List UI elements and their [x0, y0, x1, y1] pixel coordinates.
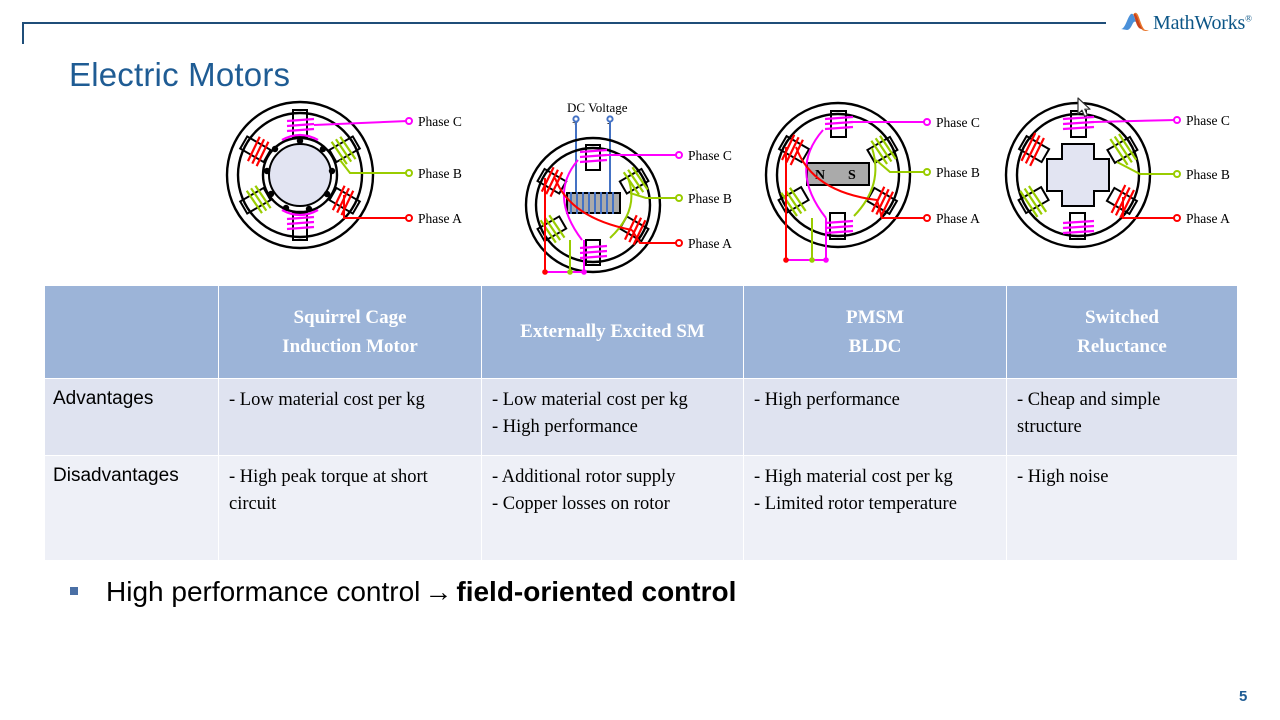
cell-line: - High peak torque at short circuit [229, 467, 428, 514]
header-line-1: PMSM [845, 306, 905, 328]
dc-voltage-label: DC Voltage [567, 100, 628, 115]
phase-b-label: Phase B [688, 191, 732, 206]
motor-comparison-table: Squirrel Cage Induction Motor Externally… [44, 285, 1238, 561]
cell-line: - High performance [492, 416, 638, 437]
externally-excited-sm-diagram: DC Voltage + - Phase C Phase B Phase A [510, 100, 790, 285]
column-header-switched-reluctance: Switched Reluctance [1007, 286, 1237, 378]
logo-name-text: MathWorks [1153, 11, 1246, 34]
phase-b-label: Phase B [418, 166, 462, 181]
header-line-2: BLDC [848, 336, 902, 357]
phase-c-label: Phase C [688, 148, 732, 163]
cell-disadvantages-pmsm-bldc: - High material cost per kg - Limited ro… [744, 456, 1006, 560]
column-header-pmsm-bldc: PMSM BLDC [744, 286, 1006, 378]
right-arrow-icon: → [424, 576, 453, 607]
table-corner-cell [45, 286, 218, 378]
cell-advantages-squirrel-cage: - Low material cost per kg [219, 379, 481, 455]
cell-line: - Low material cost per kg [229, 390, 425, 410]
column-header-squirrel-cage: Squirrel Cage Induction Motor [219, 286, 481, 378]
header-line-2: Induction Motor [282, 336, 418, 357]
square-bullet-icon [70, 587, 78, 595]
table-header-row: Squirrel Cage Induction Motor Externally… [45, 286, 1237, 378]
header-line-1: Switched [1085, 306, 1159, 328]
header-rule-vertical [22, 22, 24, 44]
motor-diagram-row: Phase C Phase B Phase A DC Voltage + - P… [0, 100, 1280, 285]
table-row-disadvantages: Disadvantages - High peak torque at shor… [45, 456, 1237, 560]
mathworks-wordmark: MathWorks® [1153, 12, 1252, 35]
phase-a-label: Phase A [1186, 211, 1230, 226]
cell-disadvantages-externally-excited-sm: - Additional rotor supply - Copper losse… [482, 456, 743, 560]
cell-line: - High noise [1017, 467, 1109, 487]
phase-a-label: Phase A [688, 236, 732, 251]
table-row-advantages: Advantages - Low material cost per kg - … [45, 379, 1237, 455]
mathworks-membrane-icon [1121, 12, 1149, 31]
page-title: Electric Motors [69, 56, 291, 93]
cell-line: - Cheap and simple structure [1017, 390, 1161, 437]
cell-line: - Additional rotor supply [492, 467, 676, 487]
slide-canvas: MathWorks® Electric Motors Phase C Phase… [0, 0, 1280, 720]
cell-line: - Limited rotor temperature [754, 493, 957, 514]
cell-disadvantages-switched-reluctance: - High noise [1007, 456, 1237, 560]
phase-c-label: Phase C [936, 115, 980, 130]
cell-line: - High performance [754, 390, 900, 410]
row-header-advantages: Advantages [45, 379, 218, 455]
cell-line: - Copper losses on rotor [492, 493, 670, 514]
cell-disadvantages-squirrel-cage: - High peak torque at short circuit [219, 456, 481, 560]
cell-line: - Low material cost per kg [492, 390, 688, 410]
cell-advantages-pmsm-bldc: - High performance [744, 379, 1006, 455]
header-line-2: Reluctance [1077, 336, 1167, 357]
row-header-disadvantages: Disadvantages [45, 456, 218, 560]
column-header-externally-excited-sm: Externally Excited SM [482, 286, 743, 378]
phase-c-label: Phase C [1186, 113, 1230, 128]
header-line-1: Squirrel Cage [293, 306, 407, 328]
cell-line: - High material cost per kg [754, 467, 953, 487]
cell-advantages-externally-excited-sm: - Low material cost per kg - High perfor… [482, 379, 743, 455]
phase-b-label: Phase B [936, 165, 980, 180]
squirrel-cage-induction-motor-diagram: Phase C Phase B Phase A [222, 100, 502, 285]
header-rule-horizontal [22, 22, 1106, 24]
bullet-text-plain: High performance control [106, 576, 421, 607]
phase-b-label: Phase B [1186, 167, 1230, 182]
switched-reluctance-diagram: Phase C Phase B Phase A [1000, 100, 1280, 285]
pmsm-bldc-diagram: N S Phase C Phase B Phase A [760, 100, 1040, 285]
cell-advantages-switched-reluctance: - Cheap and simple structure [1007, 379, 1237, 455]
phase-c-label: Phase C [418, 114, 462, 129]
bullet-list-item: High performance control → field-oriented … [70, 576, 736, 608]
logo-trademark: ® [1245, 12, 1252, 23]
page-number: 5 [1239, 688, 1248, 705]
phase-a-label: Phase A [936, 211, 980, 226]
phase-a-label: Phase A [418, 211, 462, 226]
header-line-1: Externally Excited SM [520, 321, 705, 343]
bullet-text-emphasis: field-oriented control [456, 576, 737, 607]
mathworks-logo: MathWorks® [1120, 8, 1270, 38]
bullet-text: High performance control → field-oriented … [106, 576, 736, 608]
rotor-south-label: S [848, 168, 856, 183]
